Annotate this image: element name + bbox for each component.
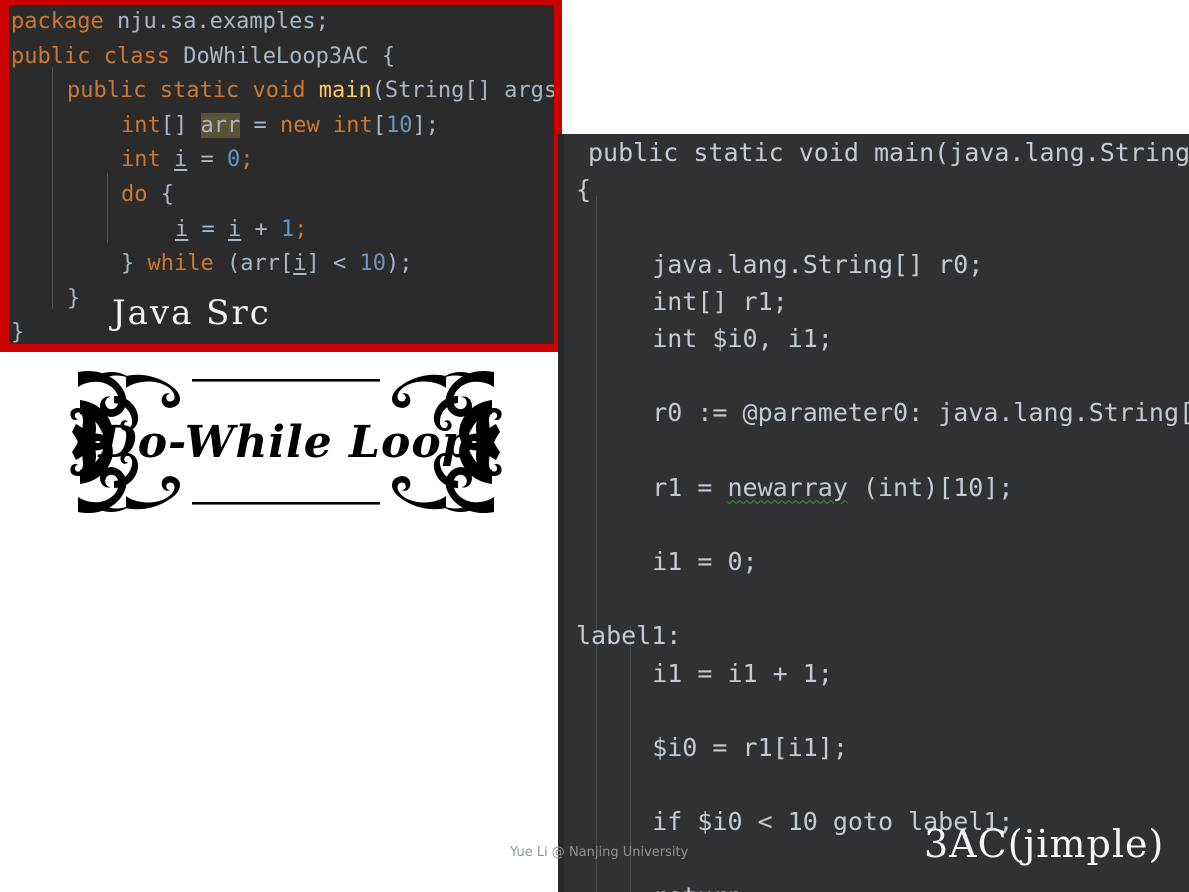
- jimple-code-panel: public static void main(java.lang.String…: [558, 134, 1189, 892]
- jimple-line-8: r0 := @parameter0: java.lang.String[];: [592, 398, 1189, 428]
- java-token-bracket-open: [: [372, 112, 386, 138]
- java-token-ten-2: 10: [359, 251, 386, 277]
- watermark: Yue Li @ Nanjing University: [510, 845, 689, 860]
- java-token-new: new: [280, 112, 320, 138]
- jimple-line-5: int[] r1;: [592, 286, 788, 316]
- java-line-1: package nju.sa.examples;: [9, 5, 554, 40]
- java-token-semicolon: ;: [240, 147, 254, 173]
- java-token-public-2: public: [67, 78, 147, 104]
- jimple-line-21: return;: [558, 878, 1189, 892]
- java-token-cond-close: );: [385, 251, 413, 277]
- java-token-int: int: [121, 112, 161, 138]
- java-token-i-3: i: [228, 216, 242, 242]
- java-token-eq: =: [187, 147, 227, 173]
- java-token-brackets: []: [160, 112, 201, 138]
- java-token-i-4: i: [293, 251, 307, 277]
- java-source-panel: package nju.sa.examples; public class Do…: [0, 0, 562, 352]
- java-token-cond-open: (arr[: [213, 251, 294, 277]
- jimple-line-16: [558, 692, 1189, 729]
- jimple-line-10: r1 = newarray (int)[10];: [558, 469, 1189, 506]
- jimple-line-12: i1 = 0;: [592, 547, 758, 577]
- jimple-line-17: $i0 = r1[i1];: [592, 733, 848, 762]
- java-token-package-name: nju.sa.examples;: [116, 9, 329, 34]
- java-token-i-2: i: [175, 216, 189, 242]
- java-token-cond-mid: ] <: [306, 251, 360, 277]
- java-token-zero: 0: [227, 147, 241, 173]
- java-token-while: while: [147, 251, 214, 277]
- java-token-int-3: int: [121, 147, 161, 173]
- java-token-static: static: [159, 78, 240, 104]
- java-token-do: do: [121, 181, 148, 207]
- java-token-plus: +: [241, 216, 281, 242]
- java-token-int-2: int: [333, 112, 373, 138]
- do-while-loop-ornament: Do-While Loop: [70, 366, 502, 518]
- jimple-line-7: [558, 357, 1189, 394]
- jimple-line-6: int $i0, i1;: [592, 323, 833, 353]
- java-token-main-signature: (String[] args) {: [371, 78, 554, 104]
- java-line-6: do {: [9, 178, 554, 213]
- java-token-class: class: [103, 43, 170, 69]
- java-line-4: int[] arr = new int[10];: [9, 109, 554, 144]
- java-line-5: int i = 0;: [9, 143, 554, 178]
- java-token-package: package: [11, 9, 104, 34]
- java-token-void: void: [252, 78, 306, 104]
- java-line-10: }: [9, 316, 554, 344]
- java-token-brace-close-1: }: [67, 285, 81, 311]
- jimple-line-4: java.lang.String[] r0;: [592, 249, 984, 279]
- java-token-arr-highlighted[interactable]: arr: [200, 112, 241, 138]
- java-token-ten: 10: [386, 112, 413, 138]
- jimple-line-2: {: [576, 175, 592, 205]
- java-token-i: i: [174, 147, 188, 173]
- java-src-caption: Java Src: [112, 293, 271, 333]
- jimple-line-9: [558, 432, 1189, 469]
- java-line-7: i = i + 1;: [9, 213, 554, 248]
- jimple-newarray-prefix: r1 =: [592, 472, 728, 502]
- java-line-9: }: [9, 282, 554, 317]
- java-token-eq-2: =: [188, 216, 228, 242]
- java-token-one: 1: [281, 216, 295, 242]
- jimple-code-editor[interactable]: public static void main(java.lang.String…: [558, 134, 1189, 892]
- java-token-class-name: DoWhileLoop3AC {: [183, 43, 396, 69]
- java-line-3: public static void main(String[] args) {: [9, 74, 554, 109]
- jimple-line-3: [558, 208, 1189, 245]
- java-line-8: } while (arr[i] < 10);: [9, 247, 554, 282]
- java-token-assign: =: [240, 112, 280, 138]
- java-token-semicolon-2: ;: [294, 216, 308, 242]
- jimple-caption: 3AC(jimple): [924, 822, 1165, 866]
- java-token-main: main: [318, 78, 372, 104]
- jimple-line-15: i1 = i1 + 1;: [592, 658, 833, 688]
- jimple-line-18: [558, 766, 1189, 803]
- java-token-brace-open: {: [147, 181, 174, 207]
- jimple-line-11: [558, 506, 1189, 543]
- java-token-brace-close-2: }: [11, 320, 25, 344]
- jimple-line-14: label1:: [576, 621, 682, 651]
- java-code-editor[interactable]: package nju.sa.examples; public class Do…: [9, 5, 554, 344]
- jimple-newarray-keyword: newarray: [727, 472, 848, 502]
- java-token-public: public: [11, 43, 91, 69]
- java-line-2: public class DoWhileLoop3AC {: [9, 40, 554, 75]
- jimple-newarray-suffix: (int)[10];: [847, 472, 1014, 502]
- java-token-close-brace: }: [121, 251, 148, 277]
- jimple-line-13: [558, 580, 1189, 617]
- java-token-bracket-close: ];: [412, 112, 440, 138]
- jimple-line-1: public static void main(java.lang.String…: [588, 138, 1189, 167]
- ornament-frame-icon: [70, 370, 502, 514]
